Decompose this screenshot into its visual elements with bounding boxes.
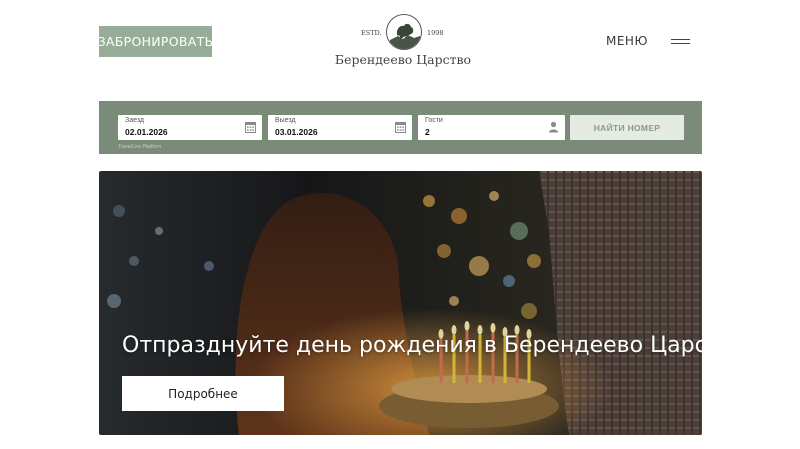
book-button[interactable]: ЗАБРОНИРОВАТЬ: [98, 26, 213, 57]
calendar-icon: [395, 122, 406, 133]
checkin-field[interactable]: Заезд 02.01.2026: [118, 115, 262, 140]
menu-button[interactable]: МЕНЮ: [606, 33, 690, 49]
checkout-value: 03.01.2026: [275, 127, 318, 137]
booking-bar: Заезд 02.01.2026 Выезд 03.01.2026 Гости …: [99, 101, 702, 154]
checkin-label: Заезд: [125, 117, 145, 124]
person-icon: [549, 121, 558, 133]
powered-by: TravelLine Platform: [118, 144, 161, 150]
hero-banner: Отпразднуйте день рождения в Берендеево …: [99, 171, 702, 435]
logo[interactable]: ESTD. 1998 Берендеево Царство: [328, 12, 478, 70]
guests-label: Гости: [425, 117, 443, 124]
hero-title: Отпразднуйте день рождения в Берендеево …: [122, 333, 702, 358]
find-room-button[interactable]: НАЙТИ НОМЕР: [570, 115, 684, 140]
logo-estd: ESTD.: [361, 29, 382, 37]
checkin-value: 02.01.2026: [125, 127, 168, 137]
menu-label: МЕНЮ: [606, 34, 648, 48]
hamburger-icon: [670, 38, 690, 44]
logo-name: Берендеево Царство: [334, 52, 472, 67]
more-details-button[interactable]: Подробнее: [122, 376, 284, 411]
checkout-label: Выезд: [275, 117, 296, 124]
logo-year: 1998: [427, 29, 444, 37]
logo-emblem-icon: [386, 14, 422, 50]
checkout-field[interactable]: Выезд 03.01.2026: [268, 115, 412, 140]
guests-field[interactable]: Гости 2: [418, 115, 565, 140]
guests-value: 2: [425, 127, 430, 137]
calendar-icon: [245, 122, 256, 133]
